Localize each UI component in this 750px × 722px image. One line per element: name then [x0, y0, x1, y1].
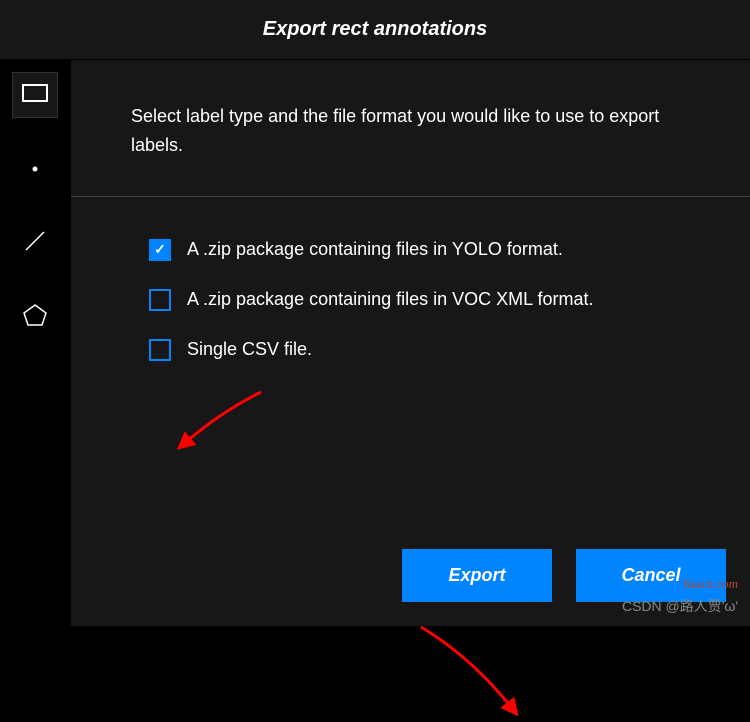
watermark-author: CSDN @路人贾'ω' — [622, 596, 738, 616]
rect-icon — [22, 84, 48, 107]
point-icon — [31, 160, 39, 178]
dialog-title: Export rect annotations — [0, 18, 750, 41]
instruction-text: Select label type and the file format yo… — [131, 102, 690, 160]
main-container: Select label type and the file format yo… — [0, 60, 750, 626]
export-button[interactable]: Export — [402, 549, 552, 602]
dialog-header: Export rect annotations — [0, 0, 750, 60]
instruction-section: Select label type and the file format yo… — [71, 60, 750, 197]
point-tool[interactable] — [12, 146, 58, 192]
option-label: A .zip package containing files in VOC X… — [187, 289, 594, 310]
content-area: Select label type and the file format yo… — [70, 60, 750, 626]
checkbox-csv[interactable] — [149, 339, 171, 361]
rect-tool[interactable] — [12, 72, 58, 118]
check-icon: ✓ — [154, 241, 166, 258]
option-voc: A .zip package containing files in VOC X… — [149, 289, 672, 311]
option-label: A .zip package containing files in YOLO … — [187, 239, 563, 260]
polygon-tool[interactable] — [12, 294, 58, 340]
tool-sidebar — [0, 60, 70, 626]
checkbox-yolo[interactable]: ✓ — [149, 239, 171, 261]
line-icon — [23, 229, 47, 258]
option-csv: Single CSV file. — [149, 339, 672, 361]
line-tool[interactable] — [12, 220, 58, 266]
polygon-icon — [22, 302, 48, 333]
checkbox-voc[interactable] — [149, 289, 171, 311]
options-section: ✓ A .zip package containing files in YOL… — [71, 197, 750, 626]
annotation-arrow-icon — [411, 617, 531, 722]
option-label: Single CSV file. — [187, 339, 312, 360]
option-yolo: ✓ A .zip package containing files in YOL… — [149, 239, 672, 261]
annotation-arrow-icon — [171, 382, 271, 457]
watermark-site: Yuucn.com — [682, 576, 738, 592]
